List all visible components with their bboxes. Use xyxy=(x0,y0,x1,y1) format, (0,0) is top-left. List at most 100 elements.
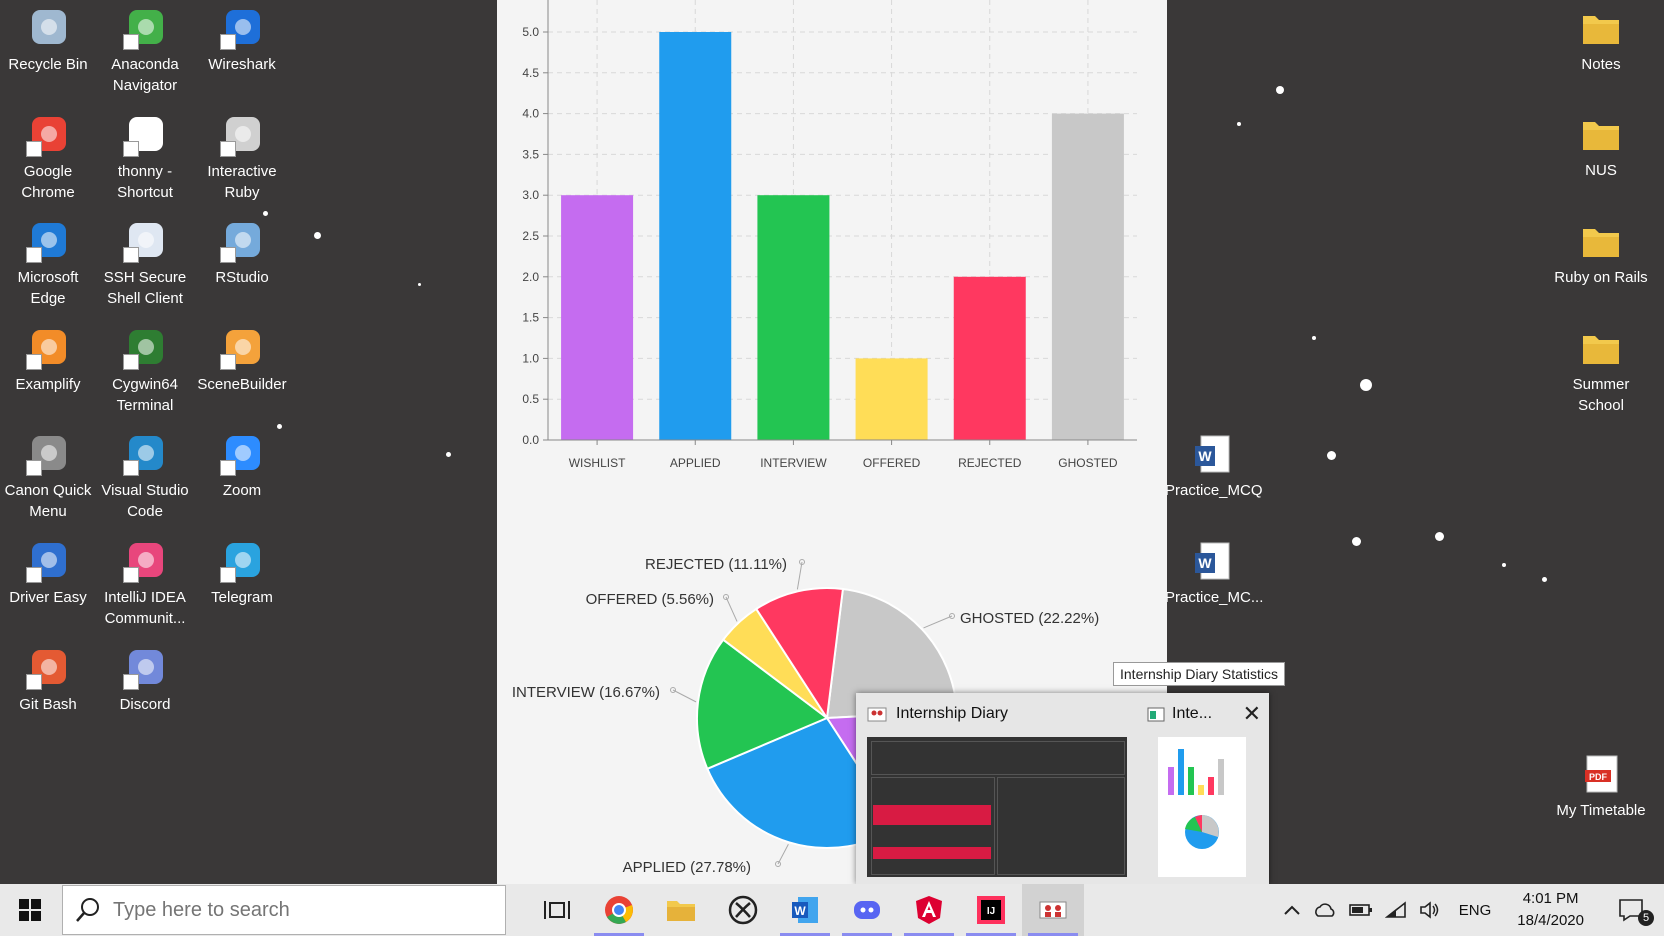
desktop-icon-telegram[interactable]: Telegram xyxy=(194,533,290,608)
ssh-icon xyxy=(123,219,167,264)
desktop-icon-ruby-on-rails[interactable]: Ruby on Rails xyxy=(1553,213,1649,288)
desktop-icon-label: Anaconda Navigator xyxy=(111,56,179,94)
desktop-icon-label: Practice_MC... xyxy=(1165,589,1264,606)
drivereasy-icon xyxy=(26,539,70,583)
shortcut-arrow-icon xyxy=(123,353,139,370)
desktop-icon-practice-mcq[interactable]: W Practice_MCQ xyxy=(1165,426,1263,501)
edge-icon xyxy=(26,219,70,264)
wifi-button[interactable] xyxy=(1379,884,1413,936)
taskbar-chrome[interactable] xyxy=(588,884,650,936)
desktop-icon-label: thonny - Shortcut xyxy=(117,162,173,201)
preview-internship-diary[interactable]: Internship Diary xyxy=(856,693,1138,884)
desktop-icon-practice-mc[interactable]: W Practice_MC... xyxy=(1165,533,1264,608)
shortcut-arrow-icon xyxy=(26,460,42,477)
desktop-icon-label: Visual Studio Code xyxy=(101,482,189,521)
desktop-icon-thonny-shortcut[interactable]: thonny - Shortcut xyxy=(97,107,193,203)
desktop-icon-git-bash[interactable]: Git Bash xyxy=(0,640,96,715)
wireshark-icon xyxy=(220,6,264,50)
desktop-icon-rstudio[interactable]: RStudio xyxy=(194,213,290,288)
desktop-icon-ssh-secure-shell-client[interactable]: SSH Secure Shell Client xyxy=(97,213,193,309)
pie-leader-line xyxy=(725,596,738,622)
desktop-icon-anaconda-navigator[interactable]: Anaconda Navigator xyxy=(97,0,193,96)
taskbar-discord[interactable] xyxy=(836,884,898,936)
taskbar-preview-popup: Internship Diary Inte... ✕ xyxy=(856,693,1269,884)
desktop-icon-wireshark[interactable]: Wireshark xyxy=(194,0,290,75)
language-indicator[interactable]: ENG xyxy=(1447,884,1504,936)
cygwin-icon xyxy=(123,326,167,370)
search-box[interactable] xyxy=(62,885,506,935)
start-button[interactable] xyxy=(0,884,60,936)
preview-statistics[interactable]: Inte... ✕ xyxy=(1138,693,1269,884)
xbox-icon xyxy=(728,895,758,925)
y-tick-label: 5.0 xyxy=(522,25,539,39)
bar-applied xyxy=(659,32,732,440)
close-icon[interactable]: ✕ xyxy=(1243,701,1261,727)
shortcut-arrow-icon xyxy=(220,247,236,264)
desktop-icon-scenebuilder[interactable]: SceneBuilder xyxy=(194,320,290,395)
internship-diary-icon xyxy=(1039,901,1067,919)
desktop-icon-google-chrome[interactable]: Google Chrome xyxy=(0,107,96,203)
recycle-bin-icon xyxy=(26,6,70,50)
desktop-icon-summer-school[interactable]: Summer School xyxy=(1553,320,1649,416)
taskbar-intellij[interactable]: IJ xyxy=(960,884,1022,936)
bar-interview xyxy=(757,195,830,440)
desktop-icon-label: Practice_MCQ xyxy=(1165,482,1263,499)
folder-icon xyxy=(1579,112,1623,156)
x-tick-label: WISHLIST xyxy=(569,456,626,470)
desktop-icon-microsoft-edge[interactable]: Microsoft Edge xyxy=(0,213,96,309)
intellij-icon: IJ xyxy=(977,896,1005,924)
taskbar-word[interactable]: W xyxy=(774,884,836,936)
desktop-icon-visual-studio-code[interactable]: Visual Studio Code xyxy=(97,426,193,522)
chevron-up-icon xyxy=(1284,905,1300,915)
chrome-icon xyxy=(605,896,633,924)
desktop-icon-label: Summer School xyxy=(1572,376,1630,414)
desktop-icon-label: SceneBuilder xyxy=(197,375,287,393)
desktop-icon-driver-easy[interactable]: Driver Easy xyxy=(0,533,96,608)
taskbar-angular[interactable] xyxy=(898,884,960,936)
battery-button[interactable] xyxy=(1343,884,1379,936)
desktop-icon-my-timetable[interactable]: PDF My Timetable xyxy=(1553,746,1649,821)
desktop-icon-zoom[interactable]: Zoom xyxy=(194,426,290,501)
onedrive-button[interactable] xyxy=(1307,884,1343,936)
desktop-icon-intellij-idea-communit[interactable]: IntelliJ IDEA Communit... xyxy=(97,533,193,629)
pdf-icon: PDF xyxy=(1579,752,1623,796)
desktop-icon-notes[interactable]: Notes xyxy=(1553,0,1649,75)
taskbar-xbox[interactable] xyxy=(712,884,774,936)
pie-leader-line xyxy=(777,843,789,865)
cloud-icon xyxy=(1314,903,1335,917)
desktop-icon-nus[interactable]: NUS xyxy=(1553,106,1649,181)
window-tooltip: Internship Diary Statistics xyxy=(1113,662,1285,686)
preview-thumbnail-2 xyxy=(1158,737,1246,877)
desktop-icon-interactive-ruby[interactable]: Interactive Ruby xyxy=(194,107,290,203)
desktop-icon-label: SSH Secure Shell Client xyxy=(103,269,187,308)
taskbar-file-explorer[interactable] xyxy=(650,884,712,936)
taskbar-internship-diary[interactable] xyxy=(1022,884,1084,936)
notification-center-button[interactable]: 5 xyxy=(1598,884,1664,936)
desktop-icon-label: Zoom xyxy=(222,482,262,500)
desktop-icon-canon-quick-menu[interactable]: Canon Quick Menu xyxy=(0,426,96,522)
folder-icon xyxy=(667,901,695,921)
gitbash-icon xyxy=(26,646,70,690)
task-view-button[interactable] xyxy=(526,884,588,936)
x-tick-label: APPLIED xyxy=(670,456,721,470)
bar-offered xyxy=(855,358,928,440)
search-input[interactable] xyxy=(111,897,505,923)
clock[interactable]: 4:01 PM 18/4/2020 xyxy=(1503,884,1598,936)
desktop-icon-label: Telegram xyxy=(211,589,273,606)
show-hidden-icons-button[interactable] xyxy=(1277,884,1307,936)
desktop-icon-examplify[interactable]: Examplify xyxy=(0,320,96,395)
y-tick-label: 4.0 xyxy=(522,107,539,121)
folder-icon xyxy=(1579,219,1623,263)
word-doc-icon: W xyxy=(1191,432,1235,476)
star xyxy=(1327,451,1336,460)
volume-button[interactable] xyxy=(1413,884,1447,936)
x-tick-label: INTERVIEW xyxy=(760,456,827,470)
shortcut-arrow-icon xyxy=(220,567,236,583)
star xyxy=(1435,532,1444,541)
zoom-icon xyxy=(220,432,264,477)
battery-icon xyxy=(1348,904,1372,916)
desktop-icon-recycle-bin[interactable]: Recycle Bin xyxy=(0,0,96,75)
desktop-icon-cygwin64-terminal[interactable]: Cygwin64 Terminal xyxy=(97,320,193,416)
desktop-icon-label: Google Chrome xyxy=(21,162,75,201)
desktop-icon-discord[interactable]: Discord xyxy=(97,640,193,715)
